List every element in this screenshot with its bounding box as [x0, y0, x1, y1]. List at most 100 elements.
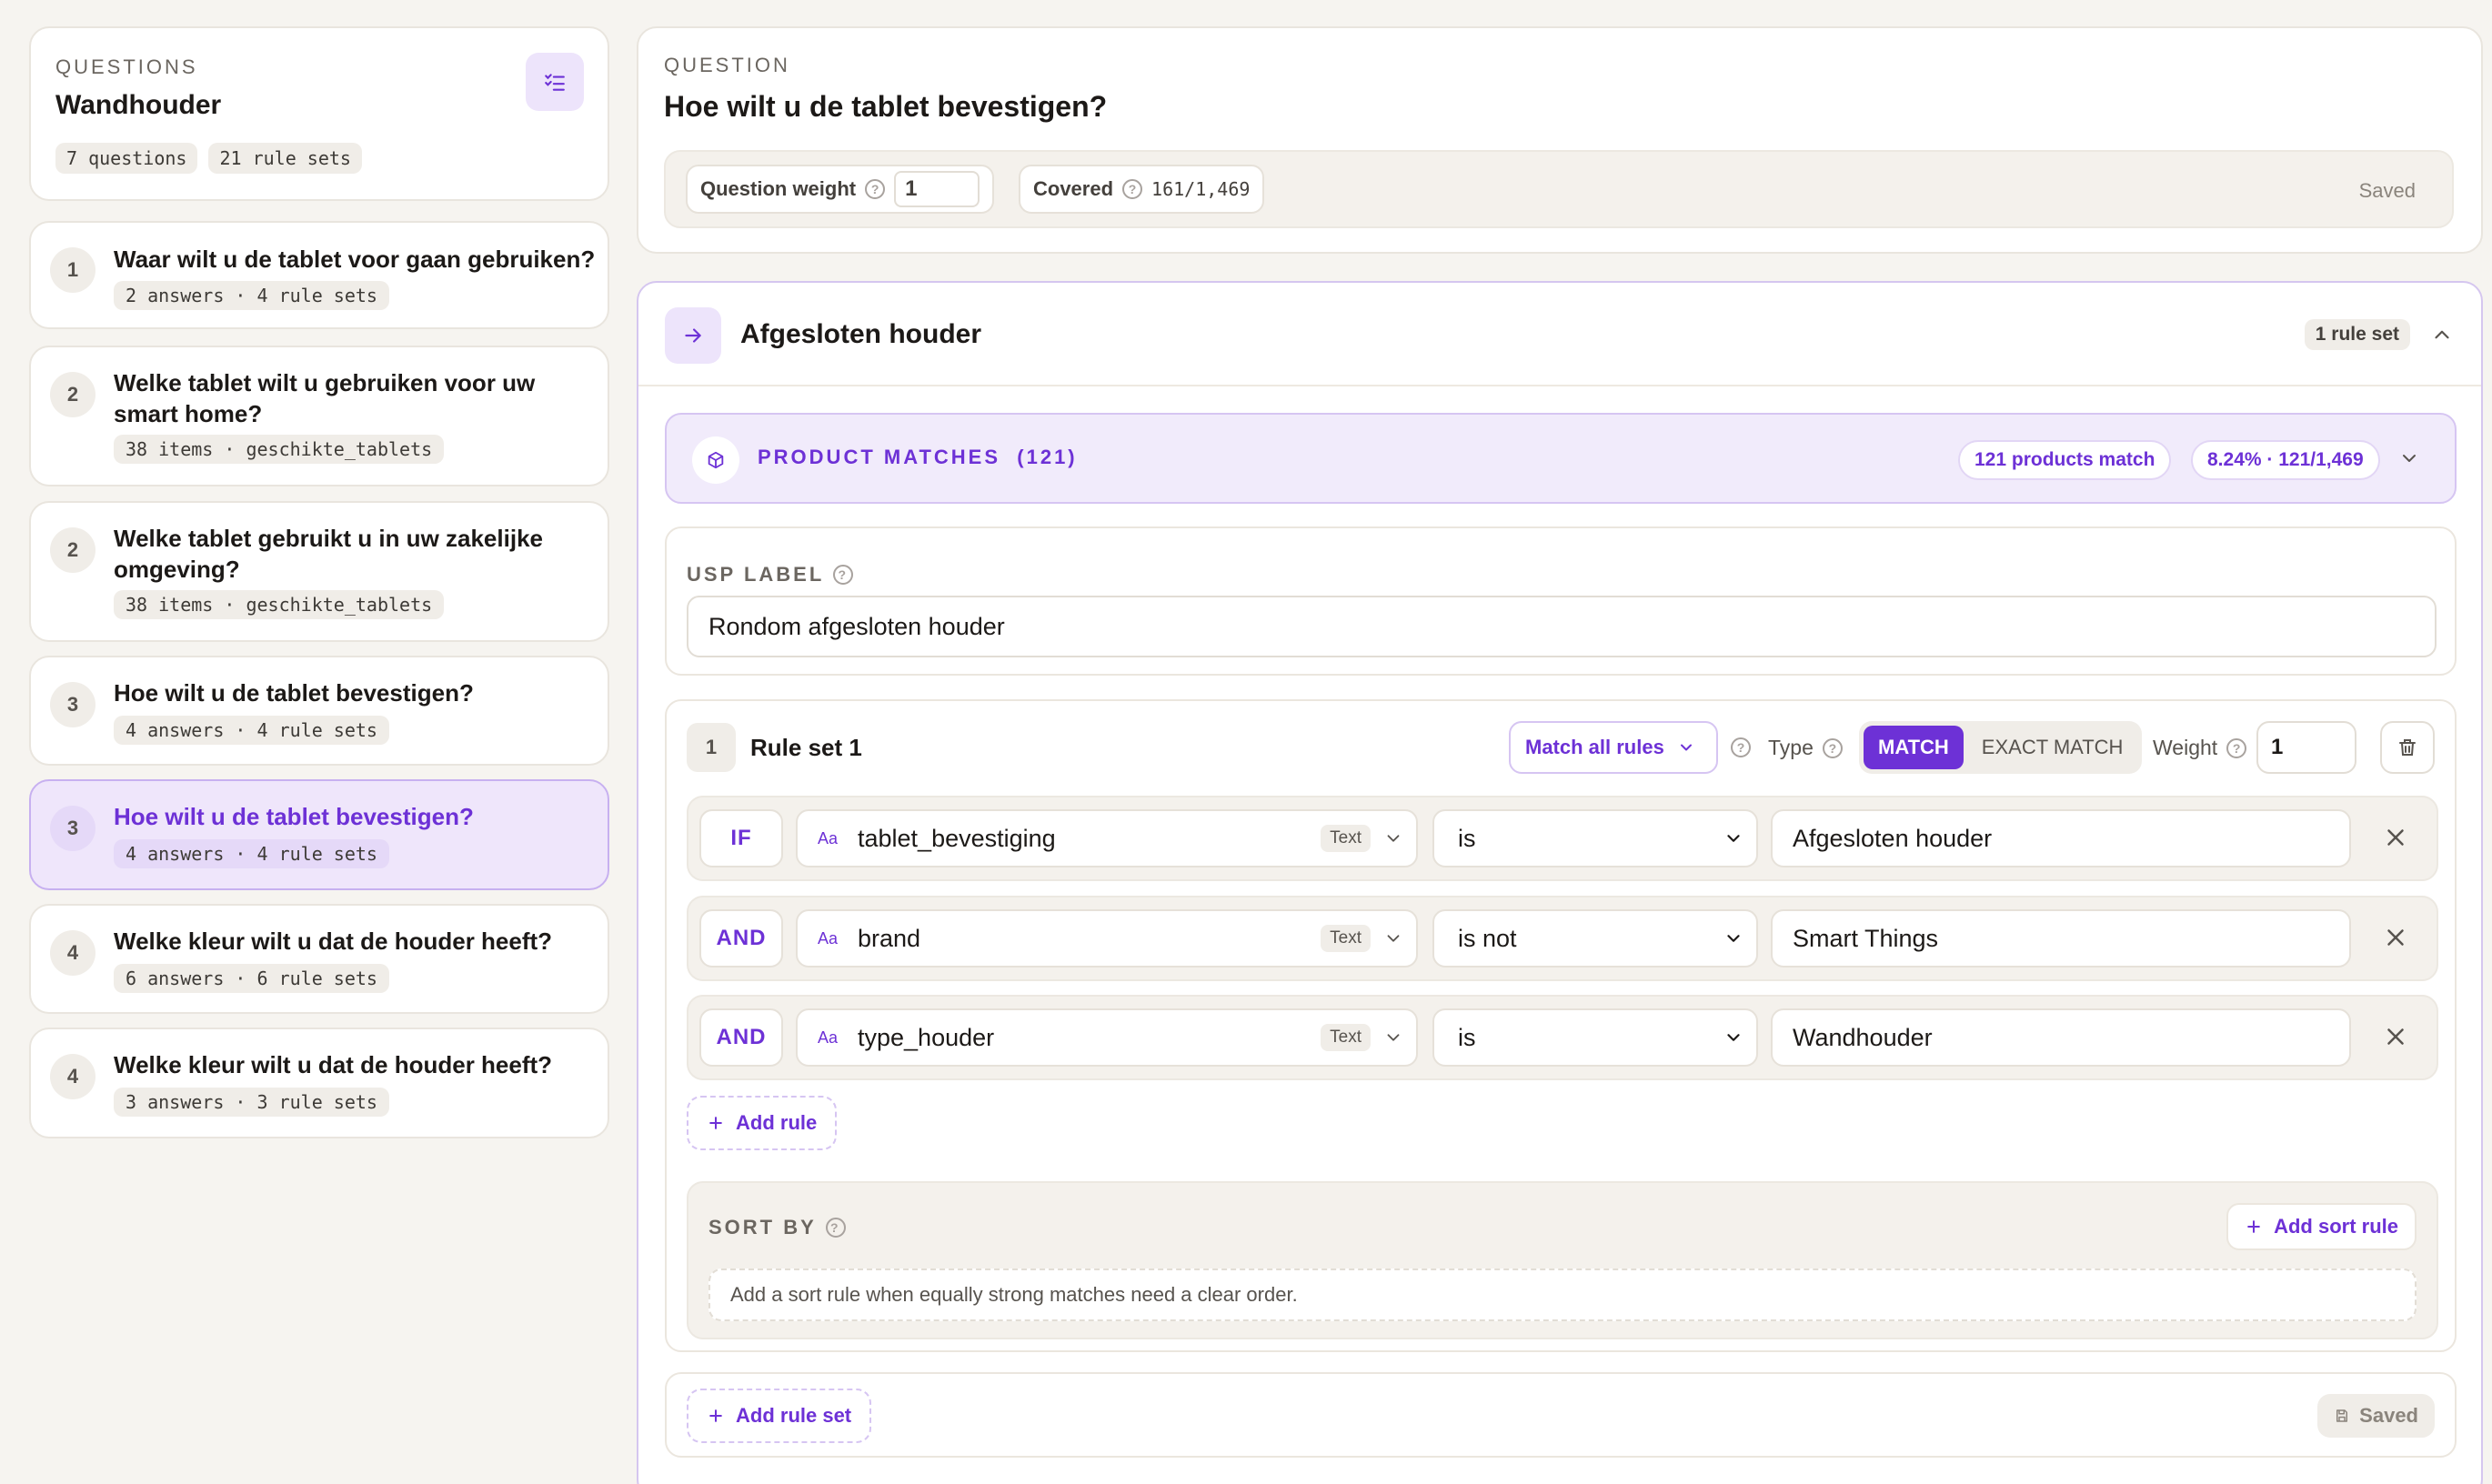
rule-set-weight-input[interactable]: 1 [2256, 721, 2356, 774]
weight-label-text: Weight [2153, 736, 2218, 759]
question-title: Hoe wilt u de tablet bevestigen? [664, 90, 1108, 123]
question-meta: 38 items · geschikte_tablets [114, 590, 445, 619]
questions-header-card: QUESTIONS Wandhouder 7 questions 21 rule… [29, 26, 609, 201]
product-matches-panel[interactable]: PRODUCT MATCHES (121) 121 products match… [665, 413, 2457, 504]
questions-group-title: Wandhouder [55, 90, 222, 120]
question-settings-bar: Question weight ? 1 Covered ? 161/1,469 … [664, 150, 2454, 228]
rule-row: AND Aa type_houder Text is Wandhouder [687, 995, 2438, 1080]
sort-by-section: SORT BY? Add sort rule Add a sort rule w… [687, 1181, 2438, 1339]
match-percentage-badge: 8.24% · 121/1,469 [2191, 440, 2380, 480]
rule-field-select[interactable]: Aa brand Text [796, 909, 1418, 968]
chevron-up-icon[interactable] [2430, 323, 2454, 346]
list-check-button[interactable] [526, 53, 584, 111]
type-option-match[interactable]: MATCH [1864, 726, 1964, 769]
question-weight-label: Question weight [700, 177, 857, 200]
question-number: 1 [50, 247, 95, 293]
question-number: 2 [50, 372, 95, 417]
question-weight-pill: Question weight ? 1 [686, 165, 995, 214]
help-icon[interactable]: ? [1122, 179, 1143, 199]
help-icon[interactable]: ? [1731, 737, 1751, 757]
rule-row: IF Aa tablet_bevestiging Text is Afgeslo… [687, 796, 2438, 881]
question-meta: 3 answers · 3 rule sets [114, 1088, 389, 1117]
plus-icon [2247, 1220, 2260, 1233]
close-icon [2387, 929, 2404, 946]
question-number: 4 [50, 930, 95, 976]
type-label: Type? [1768, 736, 1843, 760]
rule-value-input[interactable]: Smart Things [1771, 909, 2351, 968]
sort-by-heading: SORT BY? [708, 1216, 846, 1239]
add-sort-rule-button[interactable]: Add sort rule [2226, 1203, 2417, 1250]
rule-comparator-select[interactable]: is not [1432, 909, 1758, 968]
usp-label-heading: USP LABEL? [687, 563, 854, 587]
answer-header[interactable]: Afgesloten houder 1 rule set [638, 283, 2481, 386]
save-icon [2336, 1409, 2348, 1422]
question-list-item[interactable]: 4 Welke kleur wilt u dat de houder heeft… [29, 904, 609, 1014]
question-count-chip: 7 questions [55, 143, 198, 174]
rule-field-select[interactable]: Aa tablet_bevestiging Text [796, 809, 1418, 867]
question-list-item[interactable]: 4 Welke kleur wilt u dat de houder heeft… [29, 1028, 609, 1138]
chevron-down-icon [1387, 1034, 1400, 1041]
question-list-item-selected[interactable]: 3 Hoe wilt u de tablet bevestigen? 4 ans… [29, 779, 609, 890]
rule-field-select[interactable]: Aa type_houder Text [796, 1008, 1418, 1067]
sort-by-label: SORT BY [708, 1216, 817, 1238]
add-rule-set-button[interactable]: Add rule set [687, 1389, 872, 1443]
add-rule-set-label: Add rule set [736, 1404, 852, 1427]
rule-set-number: 1 [687, 723, 736, 772]
rule-set: 1 Rule set 1 Match all rules ? Type? MAT… [665, 699, 2457, 1352]
question-weight-input[interactable]: 1 [894, 171, 980, 207]
answer-title: Afgesloten houder [740, 319, 982, 349]
chevron-down-icon[interactable] [2398, 447, 2420, 469]
question-text: Hoe wilt u de tablet bevestigen? [114, 679, 474, 707]
help-icon[interactable]: ? [1822, 737, 1843, 758]
help-icon[interactable]: ? [825, 1218, 846, 1238]
rule-value-input[interactable]: Wandhouder [1771, 1008, 2351, 1067]
delete-rule-set-button[interactable] [2380, 721, 2435, 774]
rule-comparator-select[interactable]: is [1432, 809, 1758, 867]
list-check-icon [545, 74, 565, 91]
rule-value-input[interactable]: Afgesloten houder [1771, 809, 2351, 867]
field-type-badge: Text [1321, 925, 1371, 952]
question-text: Welke kleur wilt u dat de houder heeft? [114, 928, 553, 955]
remove-rule-button[interactable] [2382, 1023, 2409, 1050]
match-mode-select[interactable]: Match all rules [1509, 721, 1718, 774]
remove-rule-button[interactable] [2382, 924, 2409, 951]
help-icon[interactable]: ? [865, 179, 886, 199]
help-icon[interactable]: ? [833, 565, 854, 585]
question-list-item[interactable]: 3 Hoe wilt u de tablet bevestigen? 4 ans… [29, 656, 609, 766]
remove-rule-button[interactable] [2382, 824, 2409, 851]
sort-empty-hint: Add a sort rule when equally strong matc… [708, 1268, 2417, 1321]
question-meta: 38 items · geschikte_tablets [114, 435, 445, 464]
rule-comparator-select[interactable]: is [1432, 1008, 1758, 1067]
question-list-item[interactable]: 2 Welke tablet wilt u gebruiken voor uw … [29, 346, 609, 486]
text-type-icon: Aa [818, 1028, 839, 1047]
answer-card: Afgesloten houder 1 rule set PRODUCT MAT… [637, 281, 2483, 1484]
chevron-down-icon [1727, 835, 1740, 842]
add-rule-button[interactable]: Add rule [687, 1096, 838, 1150]
rule-field-name: tablet_bevestiging [858, 824, 1056, 852]
question-number: 4 [50, 1054, 95, 1099]
help-icon[interactable]: ? [2226, 737, 2247, 758]
answer-footer: Add rule set Saved [665, 1372, 2457, 1458]
cube-icon [692, 436, 739, 484]
rule-set-title: Rule set 1 [750, 734, 862, 761]
question-list-item[interactable]: 1 Waar wilt u de tablet voor gaan gebrui… [29, 221, 609, 329]
question-list-item[interactable]: 2 Welke tablet gebruikt u in uw zakelijk… [29, 501, 609, 642]
match-mode-value: Match all rules [1525, 736, 1664, 758]
rule-operator: IF [699, 809, 783, 867]
covered-label: Covered [1033, 177, 1114, 200]
question-meta: 4 answers · 4 rule sets [114, 716, 389, 745]
usp-label-input[interactable]: Rondom afgesloten houder [687, 596, 2437, 657]
rule-field-name: brand [858, 924, 921, 952]
question-text: Waar wilt u de tablet voor gaan gebruike… [114, 246, 596, 273]
type-toggle: MATCH EXACT MATCH [1859, 721, 2143, 774]
chevron-down-icon [1387, 835, 1400, 842]
rule-comparator-value: is not [1458, 924, 1517, 952]
type-option-exact-match[interactable]: EXACT MATCH [1967, 726, 2138, 769]
rule-operator: AND [699, 1008, 783, 1067]
covered-value: 161/1,469 [1151, 178, 1251, 200]
rule-comparator-value: is [1458, 824, 1476, 852]
question-text: Welke kleur wilt u dat de houder heeft? [114, 1051, 553, 1078]
close-icon [2387, 1028, 2404, 1045]
question-meta: 2 answers · 4 rule sets [114, 281, 389, 310]
product-matches-count: (121) [1017, 446, 1078, 468]
